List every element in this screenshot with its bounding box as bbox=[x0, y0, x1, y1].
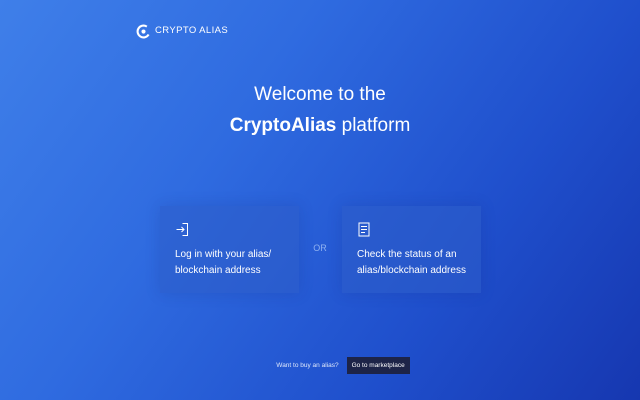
check-status-line-1: Check the status of an bbox=[357, 249, 457, 260]
brand-name: CRYPTO ALIAS bbox=[155, 25, 229, 36]
crypto-alias-logo-icon bbox=[136, 24, 151, 38]
welcome-line: Welcome to the bbox=[254, 84, 386, 105]
go-to-marketplace-button[interactable]: Go to marketplace bbox=[346, 356, 410, 374]
or-separator: OR bbox=[313, 243, 327, 253]
login-icon bbox=[176, 223, 188, 236]
footer-bar: Want to buy an alias? Go to marketplace bbox=[0, 356, 640, 374]
login-card-line-2: blockchain address bbox=[175, 265, 261, 276]
platform-brand-name: CryptoAlias bbox=[229, 115, 337, 136]
buy-alias-prompt: Want to buy an alias? bbox=[276, 361, 339, 369]
platform-line: CryptoAlias platform bbox=[0, 113, 640, 139]
check-status-card[interactable]: Check the status of an alias/blockchain … bbox=[342, 206, 481, 293]
check-status-line-2: alias/blockchain address bbox=[357, 265, 466, 276]
login-card-text: Log in with your alias/ blockchain addre… bbox=[175, 247, 285, 279]
login-card[interactable]: Log in with your alias/ blockchain addre… bbox=[160, 206, 299, 293]
brand-logo[interactable]: CRYPTO ALIAS bbox=[136, 23, 228, 39]
welcome-heading: Welcome to the CryptoAlias platform bbox=[0, 82, 640, 139]
check-status-card-text: Check the status of an alias/blockchain … bbox=[357, 247, 467, 279]
platform-suffix: platform bbox=[336, 115, 411, 136]
checklist-icon bbox=[358, 222, 370, 237]
login-card-line-1: Log in with your alias/ bbox=[175, 249, 272, 260]
